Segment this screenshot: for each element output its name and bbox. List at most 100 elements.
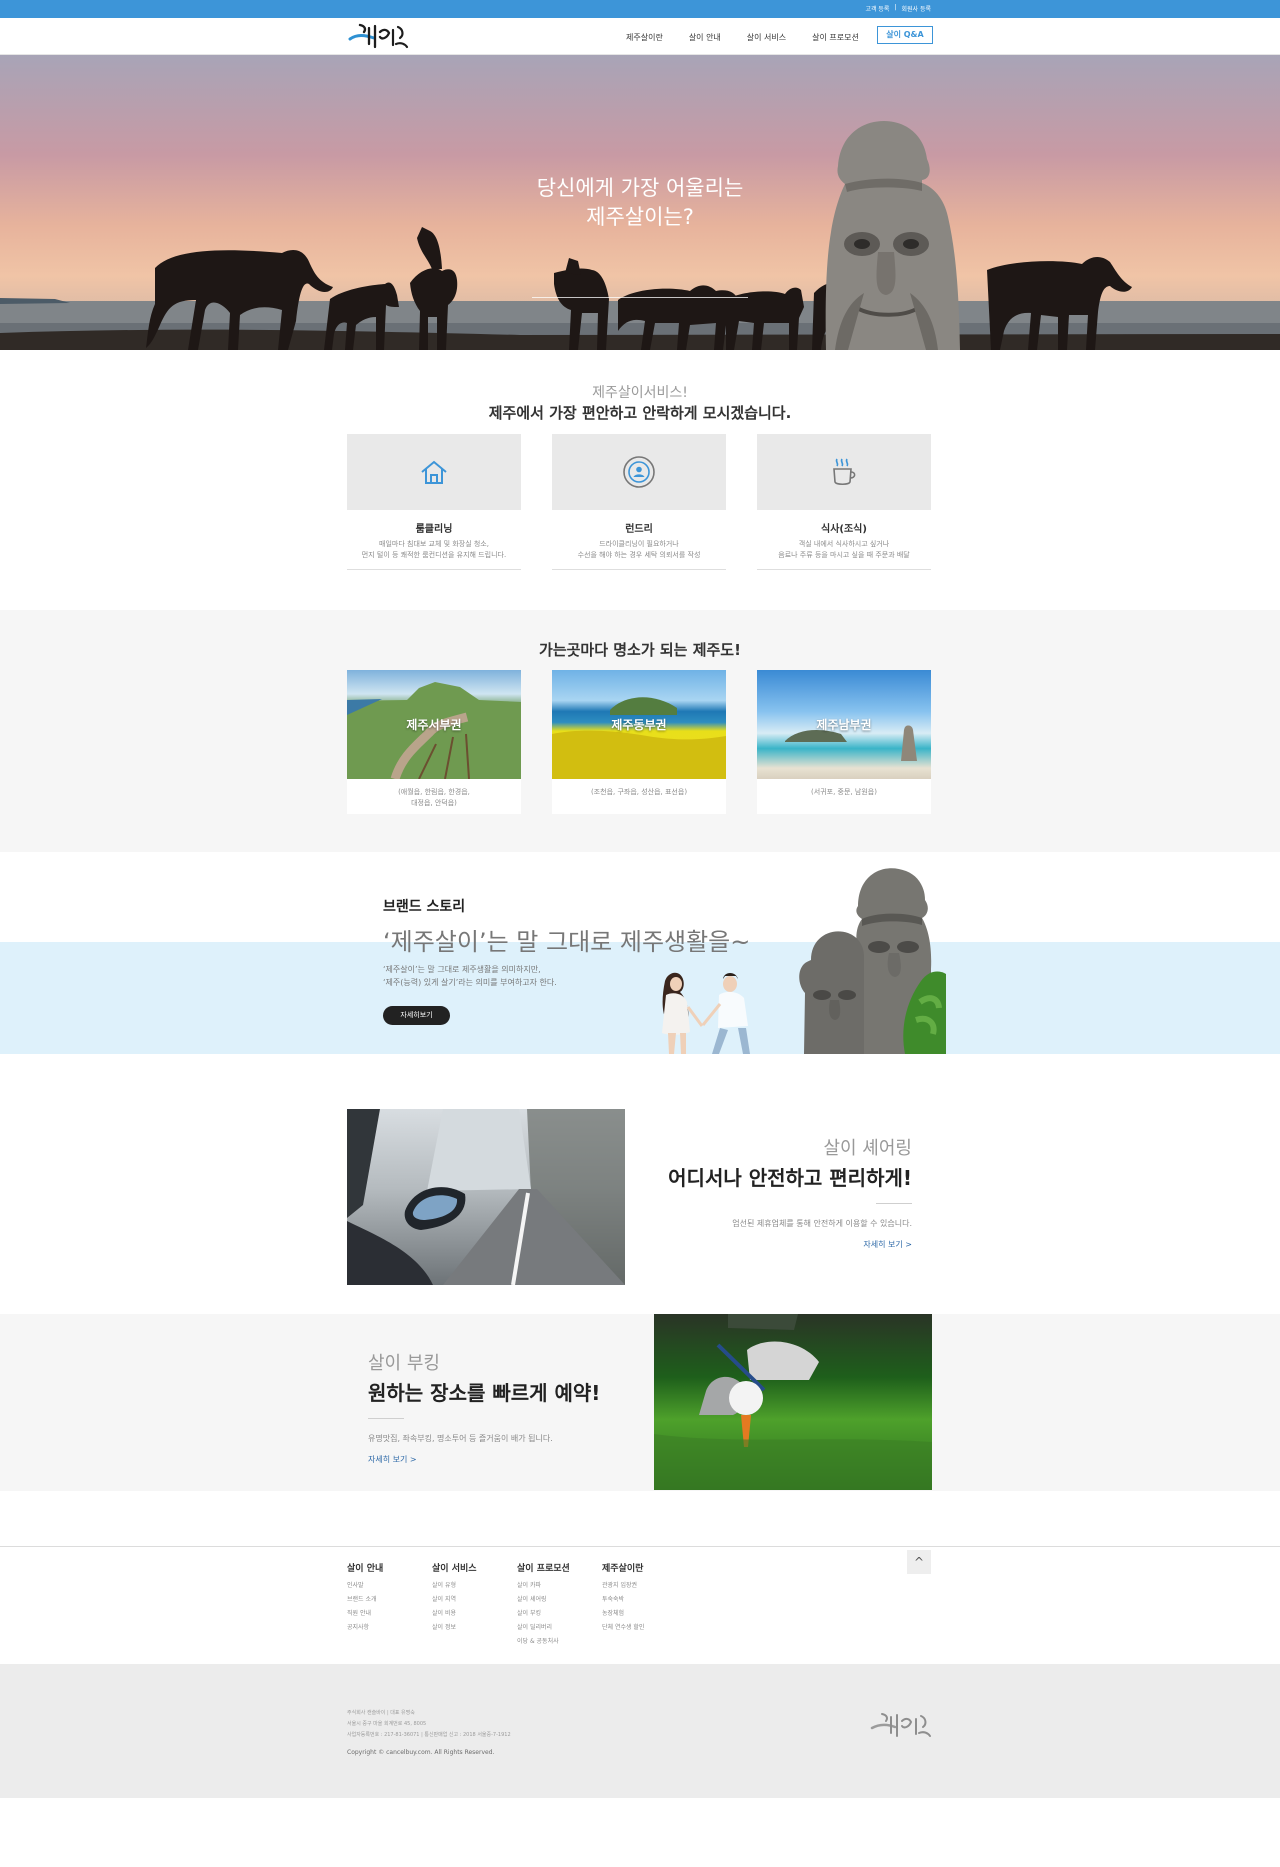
top-utility-bar: 고객 등록 | 회원사 등록 [0, 0, 1280, 18]
footer-link[interactable]: 투숙숙박 [602, 1593, 687, 1607]
footer-column-promotion: 살이 프로모션 살이 카파 살이 셰어링 살이 부킹 살이 딜리버리 이당 & … [517, 1561, 602, 1649]
footer-column-service: 살이 서비스 살이 유형 살이 지역 살이 비용 살이 정보 [432, 1561, 517, 1635]
sharing-road-image[interactable] [347, 1109, 625, 1285]
hero-title-line2: 제주살이는? [586, 205, 694, 229]
footer-link[interactable]: 살이 비용 [432, 1607, 517, 1621]
service-divider [552, 569, 726, 570]
hero-banner: 당신에게 가장 어울리는 제주살이는? [0, 55, 1280, 350]
booking-title: 원하는 장소를 빠르게 예약! [368, 1381, 601, 1405]
place-description: (애월읍, 한림읍, 한경읍, 대정읍, 안덕읍) [347, 779, 521, 814]
place-description-line1: (조천읍, 구좌읍, 성산읍, 표선읍) [590, 788, 688, 796]
places-title: 가는곳마다 명소가 되는 제주도! [539, 641, 741, 659]
service-card-laundry[interactable]: 런드리 드라이클리닝이 필요하거나 수선을 해야 하는 경우 세탁 의뢰서를 작… [552, 434, 726, 570]
customer-register-link[interactable]: 고객 등록 [865, 4, 889, 13]
footer-link[interactable]: 살이 정보 [432, 1621, 517, 1635]
place-description-line1: (애월읍, 한림읍, 한경읍, [398, 788, 470, 796]
place-card-image: 제주동부권 [552, 670, 726, 779]
service-divider [757, 569, 931, 570]
booking-more-link[interactable]: 자세히 보기 > [368, 1454, 600, 1465]
sharing-more-link[interactable]: 자세히 보기 > [668, 1239, 912, 1250]
booking-golf-image[interactable] [654, 1314, 932, 1490]
scroll-top-button[interactable]: ^ [907, 1550, 931, 1574]
footer-link[interactable]: 살이 유형 [432, 1579, 517, 1593]
footer-link[interactable]: 살이 카파 [517, 1579, 602, 1593]
jeju-sari-logo[interactable] [347, 22, 411, 52]
service-divider [347, 569, 521, 570]
company-info-line2: 서울시 중구 마을 회계번로 45, 8005 [347, 1721, 427, 1727]
footer-link[interactable]: 살이 딜리버리 [517, 1621, 602, 1635]
booking-text: 살이 부킹 원하는 장소를 빠르게 예약! 유명맛집, 좌속부킹, 명소투어 등… [368, 1349, 600, 1465]
brand-story-more-button[interactable]: 자세히보기 [383, 1006, 450, 1025]
footer-column-guide: 살이 안내 인사말 브랜드 소개 직원 안내 공지사항 [347, 1561, 432, 1635]
booking-subtitle: 살이 부킹 [368, 1353, 440, 1374]
service-card-room-cleaning[interactable]: 룸클리닝 매일마다 침대보 교체 및 화장실 청소, 먼지 털이 등 쾌적한 룸… [347, 434, 521, 570]
copyright: Copyright © cancelbuy.com. All Rights Re… [347, 1749, 495, 1756]
service-description-line2: 음료나 주류 등을 마시고 싶을 때 주문과 배달 [778, 551, 910, 559]
sharing-section: 살이 셰어링 어디서나 안전하고 편리하게! 엄선된 제휴업체를 통해 안전하게… [0, 1054, 1280, 1314]
services-heading: 제주살이서비스! 제주에서 가장 편안하고 안락하게 모시겠습니다. [0, 382, 1280, 423]
nav-promotion[interactable]: 살이 프로모션 [812, 32, 859, 43]
service-description-line1: 객실 내에서 식사하시고 싶거나 [798, 540, 890, 548]
utility-separator: | [894, 4, 897, 11]
service-name: 런드리 [625, 524, 653, 535]
nav-about[interactable]: 제주살이란 [626, 32, 663, 43]
service-name: 식사(조식) [821, 524, 867, 535]
place-name: 제주남부권 [816, 718, 872, 732]
sharing-subtitle: 살이 셰어링 [823, 1138, 912, 1159]
footer-column-about: 제주살이란 관광지 입장권 투숙숙박 농장체험 단체 연수생 할인 [602, 1561, 687, 1635]
service-card-breakfast[interactable]: 식사(조식) 객실 내에서 식사하시고 싶거나 음료나 주류 등을 마시고 싶을… [757, 434, 931, 570]
footer-link[interactable]: 인사말 [347, 1579, 432, 1593]
footer-link[interactable]: 단체 연수생 할인 [602, 1621, 687, 1635]
site-header: 제주살이란 살이 안내 살이 서비스 살이 프로모션 살이 Q&A [0, 18, 1280, 55]
brand-story-description-line1: ‘제주살이’는 말 그대로 제주생활을 의미하지만, [383, 965, 541, 974]
place-card-image: 제주서부권 [347, 670, 521, 779]
brand-story-description-line2: ‘제주(능력) 있게 살기’라는 의미를 부여하고자 한다. [383, 978, 557, 987]
service-description-line2: 먼지 털이 등 쾌적한 룸컨디션을 유지해 드립니다. [361, 551, 507, 559]
golf-ball-tee-photo [654, 1314, 932, 1490]
footer-link[interactable]: 살이 셰어링 [517, 1593, 602, 1607]
footer-link[interactable]: 살이 부킹 [517, 1607, 602, 1621]
sharing-title: 어디서나 안전하고 편리하게! [668, 1166, 912, 1190]
footer-logo [870, 1713, 931, 1737]
member-register-link[interactable]: 회원사 등록 [901, 4, 931, 13]
footer-link[interactable]: 직원 안내 [347, 1607, 432, 1621]
footer-link[interactable]: 관광지 입장권 [602, 1579, 687, 1593]
car-side-mirror-photo [347, 1109, 625, 1285]
stone-statues [799, 868, 946, 1054]
coffee-cup-icon [833, 458, 856, 486]
footer-sitemap: 살이 안내 인사말 브랜드 소개 직원 안내 공지사항 살이 서비스 살이 유형… [0, 1546, 1280, 1664]
place-description: (조천읍, 구좌읍, 성산읍, 표선읍) [552, 779, 726, 814]
services-title: 제주에서 가장 편안하고 안락하게 모시겠습니다. [488, 404, 792, 422]
footer-link[interactable]: 브랜드 소개 [347, 1593, 432, 1607]
nav-guide[interactable]: 살이 안내 [689, 32, 721, 43]
hero-title-line1: 당신에게 가장 어울리는 [536, 176, 744, 200]
services-subtitle: 제주살이서비스! [592, 385, 688, 401]
service-description: 매일마다 침대보 교체 및 화장실 청소, 먼지 털이 등 쾌적한 룸컨디션을 … [347, 539, 521, 561]
place-name: 제주서부권 [406, 718, 462, 732]
place-card-south[interactable]: 제주남부권 (서귀포, 중문, 남원읍) [757, 670, 931, 814]
page-bottom-spacer [0, 1798, 1280, 1835]
service-card-image [347, 434, 521, 510]
house-icon [421, 460, 447, 484]
services-section: 제주살이서비스! 제주에서 가장 편안하고 안락하게 모시겠습니다. 룸클리닝 … [0, 350, 1280, 610]
footer-link[interactable]: 이당 & 공동처사 [517, 1635, 602, 1649]
service-description-line2: 수선을 해야 하는 경우 세탁 의뢰서를 작성 [577, 551, 701, 559]
place-card-west[interactable]: 제주서부권 (애월읍, 한림읍, 한경읍, 대정읍, 안덕읍) [347, 670, 521, 814]
service-description: 객실 내에서 식사하시고 싶거나 음료나 주류 등을 마시고 싶을 때 주문과 … [757, 539, 931, 561]
brand-story-section: 브랜드 스토리 ‘제주살이’는 말 그대로 제주생활을~ ‘제주살이’는 말 그… [0, 852, 1280, 1054]
footer-link[interactable]: 공지사항 [347, 1621, 432, 1635]
footer-link[interactable]: 농장체험 [602, 1607, 687, 1621]
booking-divider [368, 1418, 404, 1419]
sharing-divider [876, 1203, 912, 1204]
service-description: 드라이클리닝이 필요하거나 수선을 해야 하는 경우 세탁 의뢰서를 작성 [552, 539, 726, 561]
footer-link[interactable]: 살이 지역 [432, 1593, 517, 1607]
person-badge-icon [623, 456, 655, 488]
place-description-line1: (서귀포, 중문, 남원읍) [811, 788, 877, 796]
hero-title: 당신에게 가장 어울리는 제주살이는? [0, 174, 1280, 232]
qa-button[interactable]: 살이 Q&A [877, 26, 933, 44]
brand-story-heading: 브랜드 스토리 [383, 899, 466, 915]
place-card-east[interactable]: 제주동부권 (조천읍, 구좌읍, 성산읍, 표선읍) [552, 670, 726, 814]
nav-service[interactable]: 살이 서비스 [747, 32, 786, 43]
place-name: 제주동부권 [611, 718, 667, 732]
couple-illustration [662, 972, 750, 1054]
